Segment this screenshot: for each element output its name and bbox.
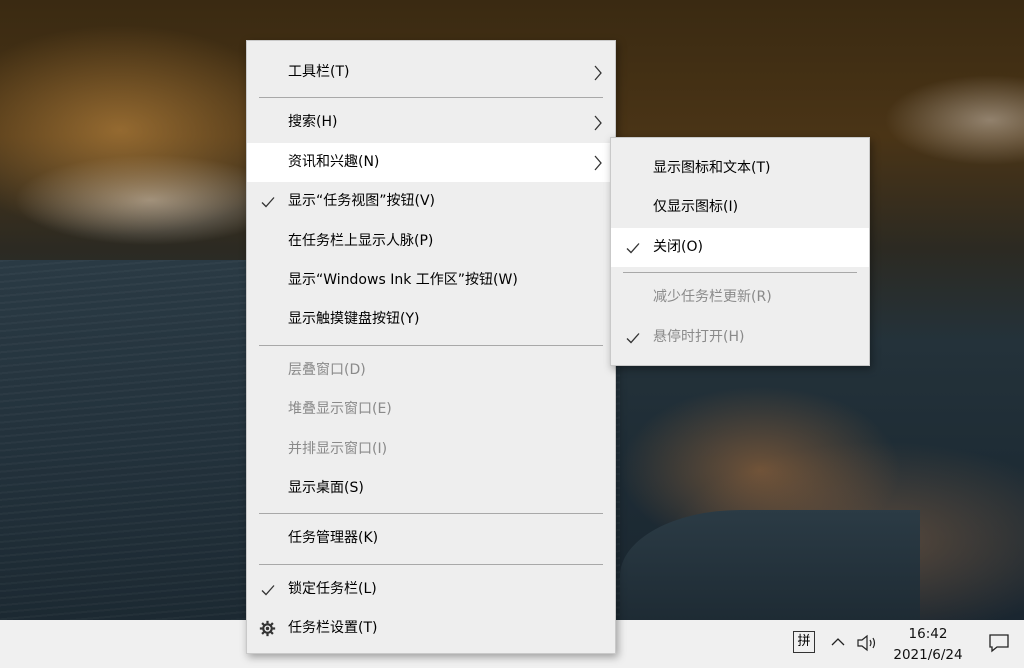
submenu-item-label: 显示图标和文本(T)	[653, 160, 771, 176]
menu-item: 堆叠显示窗口(E)	[247, 390, 615, 429]
submenu-item-label: 关闭(O)	[653, 238, 703, 255]
submenu-item[interactable]: 显示图标和文本(T)	[611, 149, 869, 188]
chevron-right-icon	[594, 65, 602, 81]
submenu-item[interactable]: 仅显示图标(I)	[611, 188, 869, 227]
menu-item[interactable]: 显示桌面(S)	[247, 469, 615, 508]
menu-item-label: 层叠窗口(D)	[288, 361, 366, 378]
menu-item-label: 显示触摸键盘按钮(Y)	[288, 311, 420, 328]
notification-icon[interactable]	[988, 632, 1010, 654]
clock-time: 16:42	[908, 626, 948, 642]
submenu-item: 减少任务栏更新(R)	[611, 278, 869, 317]
menu-separator	[623, 272, 857, 274]
clock[interactable]: 16:42 2021/6/24	[888, 624, 968, 666]
chevron-right-icon	[594, 115, 602, 131]
ime-indicator[interactable]: 拼	[793, 631, 815, 653]
checkmark-icon	[261, 197, 275, 208]
menu-item-label: 搜索(H)	[288, 114, 338, 131]
checkmark-icon	[626, 242, 640, 254]
menu-item-label: 任务管理器(K)	[288, 530, 379, 547]
checkmark-icon	[626, 332, 640, 344]
submenu-item: 悬停时打开(H)	[611, 318, 869, 357]
menu-separator	[259, 513, 603, 515]
menu-item[interactable]: 显示触摸键盘按钮(Y)	[247, 300, 615, 339]
menu-item[interactable]: 显示“Windows Ink 工作区”按钮(W)	[247, 261, 615, 300]
checkmark-icon	[261, 584, 275, 596]
menu-item-label: 工具栏(T)	[288, 64, 350, 80]
volume-icon[interactable]	[856, 633, 878, 653]
menu-item[interactable]: 资讯和兴趣(N)	[247, 142, 615, 183]
menu-separator	[259, 344, 603, 346]
menu-item[interactable]: 在任务栏上显示人脉(P)	[247, 222, 615, 261]
chevron-right-icon	[594, 155, 602, 171]
menu-item-label: 任务栏设置(T)	[288, 620, 378, 637]
clock-date: 2021/6/24	[893, 647, 963, 663]
taskbar-context-menu: 工具栏(T) 搜索(H) 资讯和兴趣(N) 显示“任务视图”按钮(V) 在任务栏上显示人…	[246, 40, 616, 654]
news-and-interests-submenu: 显示图标和文本(T) 仅显示图标(I) 关闭(O) 减少任务栏更新(R) 悬停时打开(H…	[610, 137, 870, 366]
menu-item-label: 锁定任务栏(L)	[288, 580, 377, 597]
menu-item-label: 堆叠显示窗口(E)	[288, 401, 392, 418]
menu-item[interactable]: 显示“任务视图”按钮(V)	[247, 182, 615, 221]
submenu-item-label: 悬停时打开(H)	[653, 328, 745, 345]
menu-item-label: 显示“任务视图”按钮(V)	[288, 193, 436, 210]
submenu-item-label: 减少任务栏更新(R)	[653, 289, 772, 306]
menu-separator	[259, 563, 603, 565]
menu-item-label: 显示“Windows Ink 工作区”按钮(W)	[288, 271, 518, 288]
menu-item: 层叠窗口(D)	[247, 351, 615, 390]
menu-item-label: 显示桌面(S)	[288, 479, 364, 496]
menu-item-label: 并排显示窗口(I)	[288, 440, 388, 457]
menu-item: 并排显示窗口(I)	[247, 430, 615, 469]
submenu-item[interactable]: 关闭(O)	[611, 227, 869, 268]
menu-item[interactable]: 任务栏设置(T)	[247, 609, 615, 648]
menu-item-label: 资讯和兴趣(N)	[288, 153, 380, 170]
chevron-up-icon[interactable]	[830, 634, 846, 650]
menu-item[interactable]: 锁定任务栏(L)	[247, 570, 615, 609]
menu-item[interactable]: 任务管理器(K)	[247, 519, 615, 558]
menu-separator	[259, 97, 603, 99]
menu-item-label: 在任务栏上显示人脉(P)	[288, 232, 434, 249]
wallpaper-bay	[620, 510, 920, 620]
menu-item[interactable]: 工具栏(T)	[247, 53, 615, 92]
gear-icon	[259, 620, 276, 637]
submenu-item-label: 仅显示图标(I)	[653, 199, 739, 216]
menu-item[interactable]: 搜索(H)	[247, 103, 615, 142]
